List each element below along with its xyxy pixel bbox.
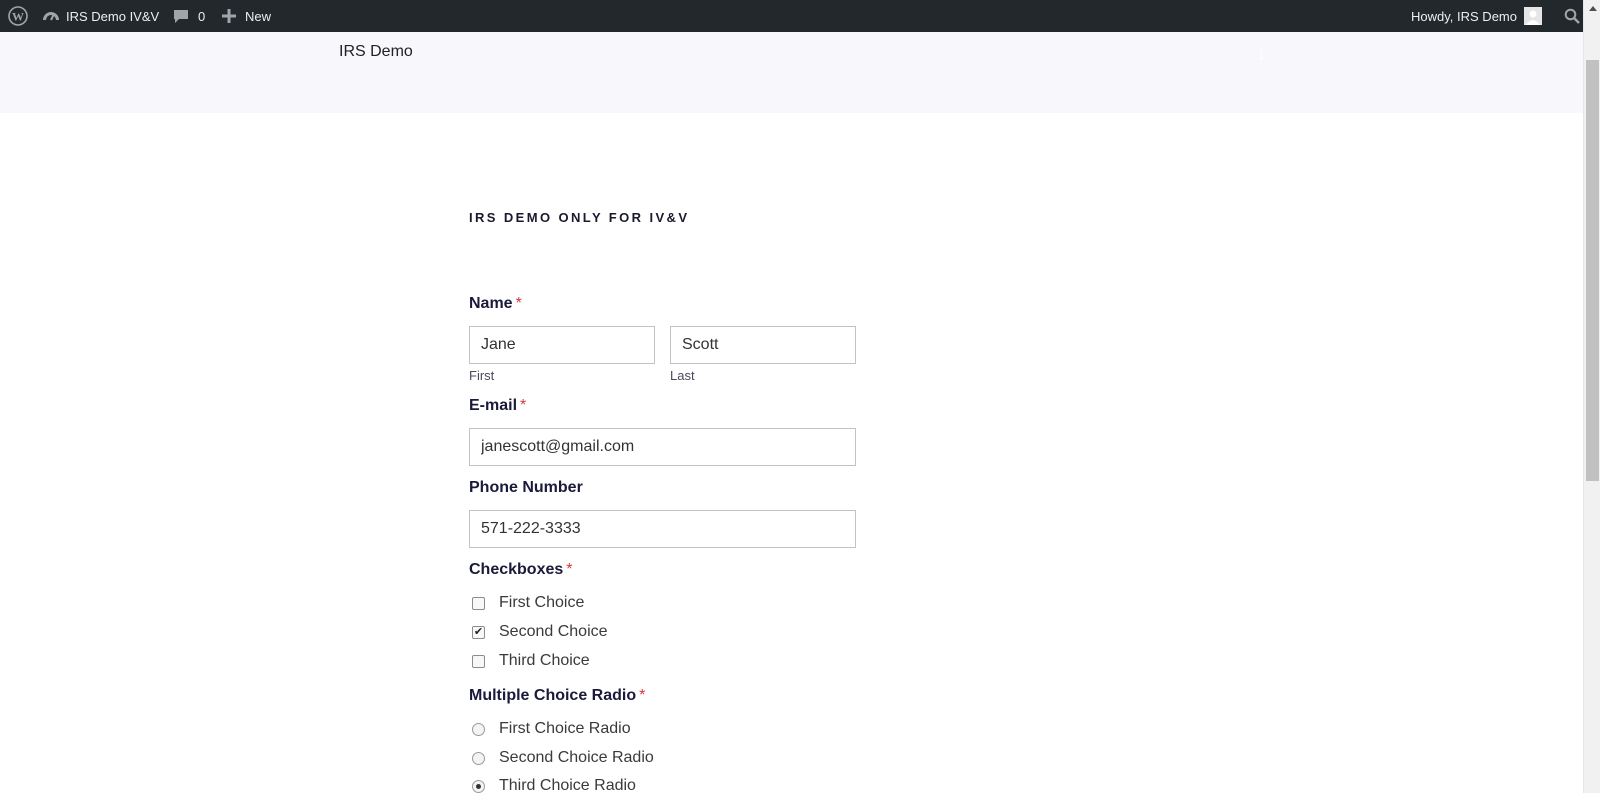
last-name-input[interactable] (670, 326, 856, 364)
checkbox-checked[interactable]: ✔ (472, 625, 485, 639)
radio-label-text: Multiple Choice Radio (469, 687, 637, 704)
new-content-link[interactable]: New (222, 0, 271, 32)
name-label-text: Name (469, 295, 513, 312)
last-name-sublabel: Last (670, 368, 695, 383)
radio-option-label: Second Choice Radio (499, 749, 654, 766)
checkboxes-field-label: Checkboxes * (469, 561, 573, 579)
site-name-link[interactable]: IRS Demo IV&V (42, 0, 159, 32)
admin-bar: W IRS Demo IV&V 0 New Howdy, IRS Demo (0, 0, 1600, 32)
required-mark: * (520, 397, 527, 414)
email-field-label: E-mail * (469, 397, 526, 415)
checkbox-unchecked[interactable] (472, 596, 485, 610)
checkbox-option[interactable]: ✔ Second Choice (469, 620, 608, 644)
scroll-up-arrow-icon[interactable] (1584, 0, 1600, 17)
name-field-label: Name * (469, 295, 522, 313)
scrollbar-thumb[interactable] (1586, 60, 1599, 481)
comment-count: 0 (198, 8, 206, 24)
required-mark: * (566, 561, 573, 578)
howdy-label: Howdy, IRS Demo (1411, 8, 1517, 24)
search-icon[interactable] (1564, 0, 1580, 32)
radio-option[interactable]: Third Choice Radio (469, 774, 636, 793)
new-label: New (245, 8, 272, 24)
first-name-sublabel: First (469, 368, 495, 383)
svg-text:W: W (12, 10, 24, 24)
my-account-link[interactable]: Howdy, IRS Demo (1411, 0, 1542, 32)
radio-unselected[interactable] (472, 722, 485, 736)
required-mark: * (515, 295, 522, 312)
checkbox-option[interactable]: Third Choice (469, 649, 590, 673)
phone-field-label: Phone Number (469, 479, 583, 496)
email-label-text: E-mail (469, 397, 518, 414)
page-title: IRS DEMO ONLY FOR IV&V (469, 210, 690, 225)
checkbox-option-label: Second Choice (499, 623, 608, 640)
wordpress-logo-icon[interactable]: W (8, 0, 28, 32)
site-header: IRS Demo ↓ (0, 32, 1583, 113)
radio-selected[interactable] (472, 779, 485, 793)
avatar (1524, 7, 1542, 25)
email-input[interactable] (469, 428, 856, 466)
first-name-input[interactable] (469, 326, 655, 364)
required-mark: * (639, 687, 646, 704)
checkbox-option[interactable]: First Choice (469, 591, 584, 615)
plus-icon (222, 9, 236, 23)
radio-dot (476, 783, 481, 789)
phone-input[interactable] (469, 510, 856, 548)
checkbox-option-label: Third Choice (499, 652, 590, 669)
checkbox-unchecked[interactable] (472, 654, 485, 668)
radio-option[interactable]: First Choice Radio (469, 717, 631, 741)
radio-unselected[interactable] (472, 751, 485, 765)
checkbox-option-label: First Choice (499, 594, 585, 611)
comments-link[interactable]: 0 (173, 0, 205, 32)
radio-option-label: First Choice Radio (499, 720, 631, 737)
checkboxes-label-text: Checkboxes (469, 561, 564, 578)
comment-bubble-icon (173, 8, 189, 24)
scroll-down-arrow-icon[interactable]: ↓ (1257, 44, 1266, 65)
dashboard-icon (42, 8, 60, 24)
radio-option[interactable]: Second Choice Radio (469, 746, 654, 770)
site-name-label: IRS Demo IV&V (66, 8, 160, 24)
site-title[interactable]: IRS Demo (339, 43, 413, 61)
radio-field-label: Multiple Choice Radio * (469, 687, 645, 705)
page-scrollbar[interactable] (1583, 0, 1600, 793)
radio-option-label: Third Choice Radio (499, 777, 636, 793)
